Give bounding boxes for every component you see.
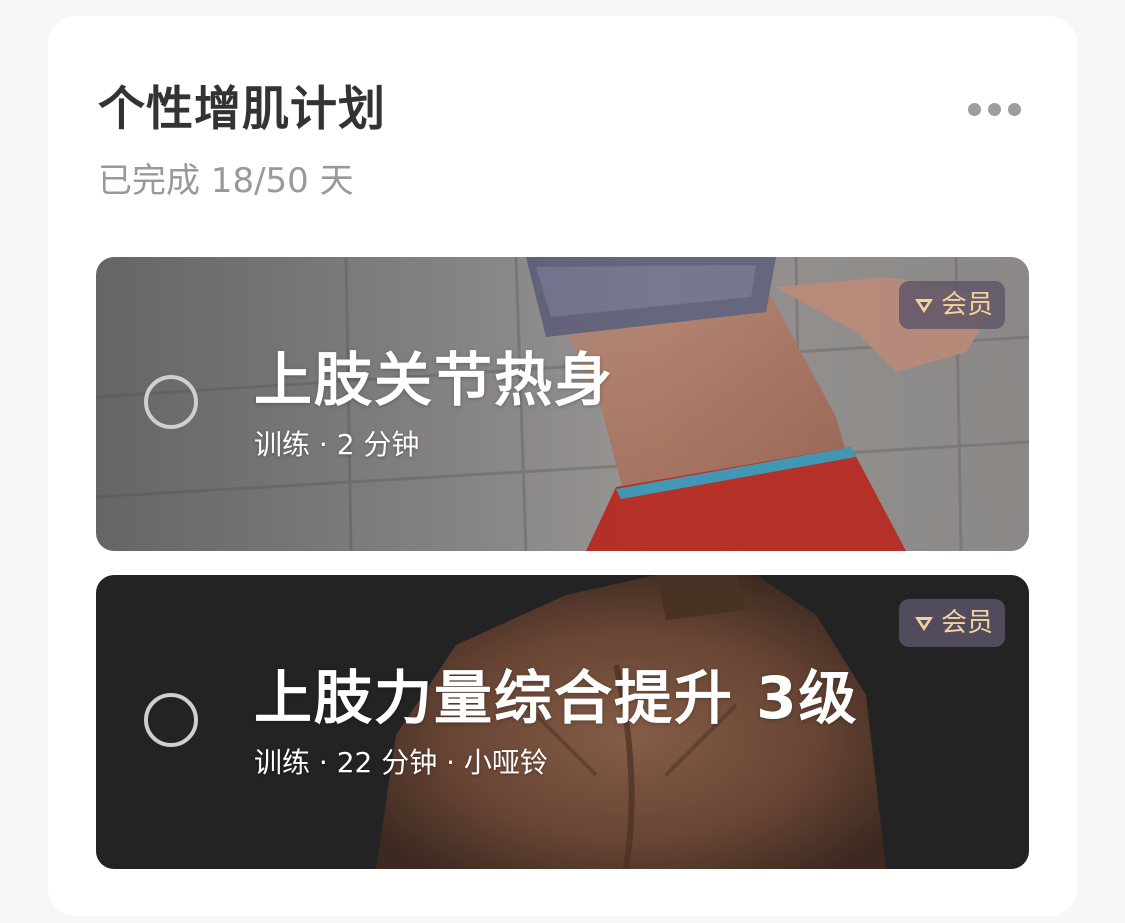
ellipsis-icon — [1007, 102, 1021, 116]
diamond-icon — [914, 299, 933, 313]
vip-badge: 会员 — [898, 281, 1005, 329]
plan-title: 个性增肌计划 — [98, 82, 386, 137]
vip-badge-label: 会员 — [940, 608, 993, 638]
workout-item[interactable]: 上肢关节热身 训练 · 2 分钟 会员 — [96, 257, 1029, 551]
completion-checkbox[interactable] — [144, 693, 198, 747]
completion-checkbox[interactable] — [144, 375, 198, 429]
diamond-icon — [914, 617, 933, 631]
plan-card: 个性增肌计划 已完成 18/50 天 上肢关节热身 训练 · 2 分钟 会员 上… — [48, 16, 1077, 916]
vip-badge-label: 会员 — [940, 290, 993, 320]
ellipsis-icon — [987, 102, 1001, 116]
workout-title: 上肢力量综合提升 3级 — [254, 664, 859, 732]
workout-item[interactable]: 上肢力量综合提升 3级 训练 · 22 分钟 · 小哑铃 会员 — [96, 575, 1029, 869]
vip-badge: 会员 — [898, 599, 1005, 647]
plan-progress: 已完成 18/50 天 — [98, 161, 354, 201]
workout-title: 上肢关节热身 — [254, 346, 615, 414]
more-options-button[interactable] — [964, 94, 1024, 124]
workout-meta: 训练 · 2 分钟 — [254, 428, 420, 461]
workout-meta: 训练 · 22 分钟 · 小哑铃 — [254, 746, 548, 779]
ellipsis-icon — [967, 102, 981, 116]
